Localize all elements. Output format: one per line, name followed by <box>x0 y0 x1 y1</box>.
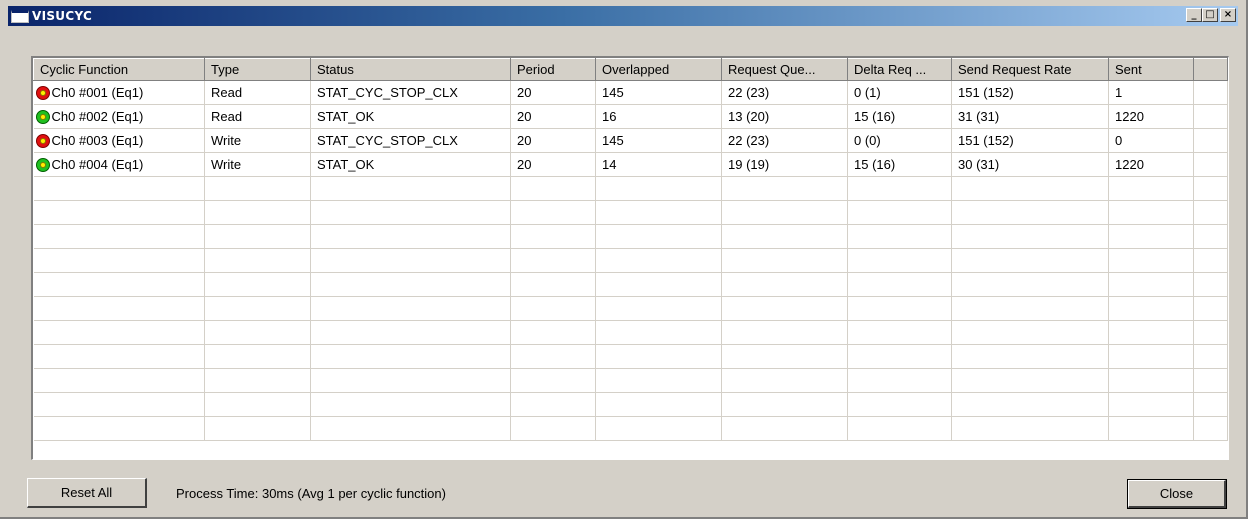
empty-row <box>33 416 1228 441</box>
cyclic-function-label: Ch0 #002 (Eq1) <box>51 108 144 124</box>
cyclic-table: Cyclic Function Type Status Period Overlappe… <box>33 58 1228 441</box>
table-cell: Read <box>204 80 311 105</box>
empty-row <box>33 248 1228 273</box>
table-cell: 0 (1) <box>847 80 952 105</box>
table-cell: Ch0 #002 (Eq1) <box>33 104 205 129</box>
window-title: VISUCYC <box>32 9 93 23</box>
cyclic-function-label: Ch0 #003 (Eq1) <box>51 132 144 148</box>
table-cell: 20 <box>510 80 596 105</box>
table-cell: Read <box>204 104 311 129</box>
status-red-icon <box>35 134 50 149</box>
table-cell: 151 (152) <box>951 80 1109 105</box>
table-cell <box>1193 104 1228 129</box>
empty-row <box>33 320 1228 345</box>
cyclic-function-label: Ch0 #004 (Eq1) <box>51 156 144 172</box>
empty-row <box>33 272 1228 297</box>
table-cell: 15 (16) <box>847 104 952 129</box>
maximize-button[interactable]: □ <box>1202 8 1218 22</box>
status-red-icon <box>35 86 50 101</box>
table-row[interactable]: Ch0 #002 (Eq1) Read STAT_OK 20 16 13 (20) 15 (… <box>33 104 1228 129</box>
title-bar-buttons: _ □ × <box>1186 8 1236 22</box>
column-header[interactable]: Status <box>310 58 511 81</box>
table-cell: 22 (23) <box>721 128 848 153</box>
empty-row <box>33 392 1228 417</box>
table-cell: 1220 <box>1108 152 1194 177</box>
empty-row <box>33 224 1228 249</box>
table-cell: 1 <box>1108 80 1194 105</box>
empty-row <box>33 344 1228 369</box>
table-cell: 31 (31) <box>951 104 1109 129</box>
close-button[interactable]: Close <box>1127 479 1227 509</box>
table-cell: Ch0 #004 (Eq1) <box>33 152 205 177</box>
column-header[interactable]: Period <box>510 58 596 81</box>
title-bar[interactable]: VISUCYC _ □ × <box>8 6 1238 26</box>
table-cell: STAT_CYC_STOP_CLX <box>310 80 511 105</box>
table-cell: 20 <box>510 128 596 153</box>
empty-row <box>33 368 1228 393</box>
status-green-icon <box>35 158 50 173</box>
table-cell: Ch0 #001 (Eq1) <box>33 80 205 105</box>
column-header[interactable]: Type <box>204 58 311 81</box>
table-cell: 0 (0) <box>847 128 952 153</box>
column-header[interactable]: Cyclic Function <box>33 58 205 81</box>
column-header[interactable] <box>1193 58 1228 81</box>
table-cell: STAT_OK <box>310 104 511 129</box>
table-cell: 0 <box>1108 128 1194 153</box>
window-icon <box>11 9 29 23</box>
table-cell <box>1193 80 1228 105</box>
table-cell: 15 (16) <box>847 152 952 177</box>
table-row[interactable]: Ch0 #004 (Eq1) Write STAT_OK 20 14 19 (19) 15 … <box>33 152 1228 177</box>
column-header[interactable]: Overlapped <box>595 58 722 81</box>
table-cell: 151 (152) <box>951 128 1109 153</box>
table-cell: 145 <box>595 128 722 153</box>
process-time-text: Process Time: 30ms (Avg 1 per cyclic fun… <box>176 486 446 501</box>
cyclic-function-list[interactable]: Cyclic Function Type Status Period Overlappe… <box>31 56 1229 460</box>
table-cell: Ch0 #003 (Eq1) <box>33 128 205 153</box>
close-window-button[interactable]: × <box>1220 8 1236 22</box>
table-cell: Write <box>204 128 311 153</box>
column-header[interactable]: Request Que... <box>721 58 848 81</box>
column-header[interactable]: Send Request Rate <box>951 58 1109 81</box>
table-cell <box>1193 152 1228 177</box>
empty-row <box>33 200 1228 225</box>
empty-row <box>33 296 1228 321</box>
table-cell: 145 <box>595 80 722 105</box>
status-green-icon <box>35 110 50 125</box>
table-row[interactable]: Ch0 #001 (Eq1) Read STAT_CYC_STOP_CLX 20 145… <box>33 80 1228 105</box>
table-cell <box>1193 128 1228 153</box>
table-cell: STAT_OK <box>310 152 511 177</box>
visucyc-window: VISUCYC _ □ × Cyclic Function Type Status P… <box>0 0 1248 519</box>
table-cell: 16 <box>595 104 722 129</box>
minimize-button[interactable]: _ <box>1186 8 1202 22</box>
table-cell: 22 (23) <box>721 80 848 105</box>
table-cell: 19 (19) <box>721 152 848 177</box>
table-cell: 20 <box>510 152 596 177</box>
table-cell: 14 <box>595 152 722 177</box>
table-cell: 1220 <box>1108 104 1194 129</box>
empty-row <box>33 176 1228 201</box>
table-header: Cyclic Function Type Status Period Overlappe… <box>33 58 1228 81</box>
column-header[interactable]: Delta Req ... <box>847 58 952 81</box>
reset-all-button[interactable]: Reset All <box>27 478 147 508</box>
table-cell: 20 <box>510 104 596 129</box>
cyclic-function-label: Ch0 #001 (Eq1) <box>51 84 144 100</box>
table-cell: 13 (20) <box>721 104 848 129</box>
table-row[interactable]: Ch0 #003 (Eq1) Write STAT_CYC_STOP_CLX 20 14… <box>33 128 1228 153</box>
column-header[interactable]: Sent <box>1108 58 1194 81</box>
table-cell: STAT_CYC_STOP_CLX <box>310 128 511 153</box>
table-cell: 30 (31) <box>951 152 1109 177</box>
table-cell: Write <box>204 152 311 177</box>
